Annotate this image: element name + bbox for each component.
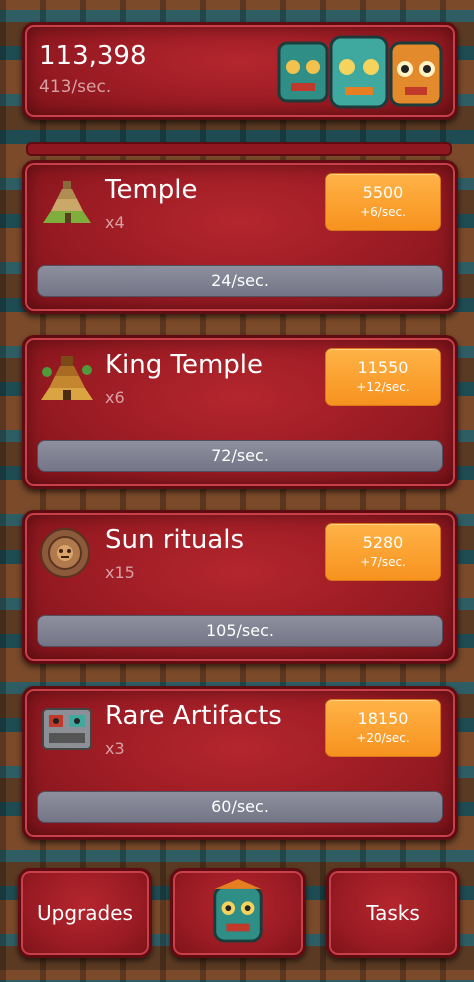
buy-price: 11550 <box>357 358 409 377</box>
production-bar: 24/sec. <box>37 265 443 297</box>
building-count: x4 <box>105 213 125 232</box>
header-divider <box>26 142 452 156</box>
mask-button[interactable] <box>170 868 306 958</box>
building-count: x3 <box>105 739 125 758</box>
sun-stone-icon <box>40 528 90 578</box>
building-name: King Temple <box>105 350 264 380</box>
production-bar: 72/sec. <box>37 440 443 472</box>
buy-increment: +7/sec. <box>360 555 406 569</box>
buy-rare-artifacts-button[interactable]: 18150 +20/sec. <box>325 699 441 757</box>
total-points: 113,398 <box>39 41 147 71</box>
building-card-sun-rituals: Sun rituals x15 5280 +7/sec. 105/sec. <box>22 510 458 664</box>
building-name: Temple <box>105 175 198 205</box>
production-bar: 60/sec. <box>37 791 443 823</box>
buy-increment: +12/sec. <box>356 380 410 394</box>
building-card-temple: Temple x4 5500 +6/sec. 24/sec. <box>22 160 458 314</box>
building-card-rare-artifacts: Rare Artifacts x3 18150 +20/sec. 60/sec. <box>22 686 458 840</box>
buy-price: 5500 <box>362 183 404 202</box>
building-name: Rare Artifacts <box>105 701 282 731</box>
score-panel: 113,398 413/sec. <box>22 22 458 120</box>
upgrades-button[interactable]: Upgrades <box>18 868 152 958</box>
mask-icon <box>213 879 263 943</box>
building-count: x15 <box>105 563 135 582</box>
buy-increment: +20/sec. <box>356 731 410 745</box>
upgrades-label: Upgrades <box>37 901 133 925</box>
production-bar: 105/sec. <box>37 615 443 647</box>
building-count: x6 <box>105 388 125 407</box>
buy-sun-rituals-button[interactable]: 5280 +7/sec. <box>325 523 441 581</box>
artifact-icon <box>42 708 92 750</box>
aztec-masks-icon <box>277 35 443 109</box>
building-name: Sun rituals <box>105 525 245 555</box>
buy-temple-button[interactable]: 5500 +6/sec. <box>325 173 441 231</box>
buy-price: 18150 <box>357 709 409 728</box>
points-rate: 413/sec. <box>39 77 112 97</box>
tasks-button[interactable]: Tasks <box>326 868 460 958</box>
buy-increment: +6/sec. <box>360 205 406 219</box>
king-temple-icon <box>41 356 93 400</box>
temple-icon <box>43 181 91 223</box>
buy-price: 5280 <box>362 533 404 552</box>
building-card-king-temple: King Temple x6 11550 +12/sec. 72/sec. <box>22 335 458 489</box>
buy-king-temple-button[interactable]: 11550 +12/sec. <box>325 348 441 406</box>
tasks-label: Tasks <box>366 901 420 925</box>
